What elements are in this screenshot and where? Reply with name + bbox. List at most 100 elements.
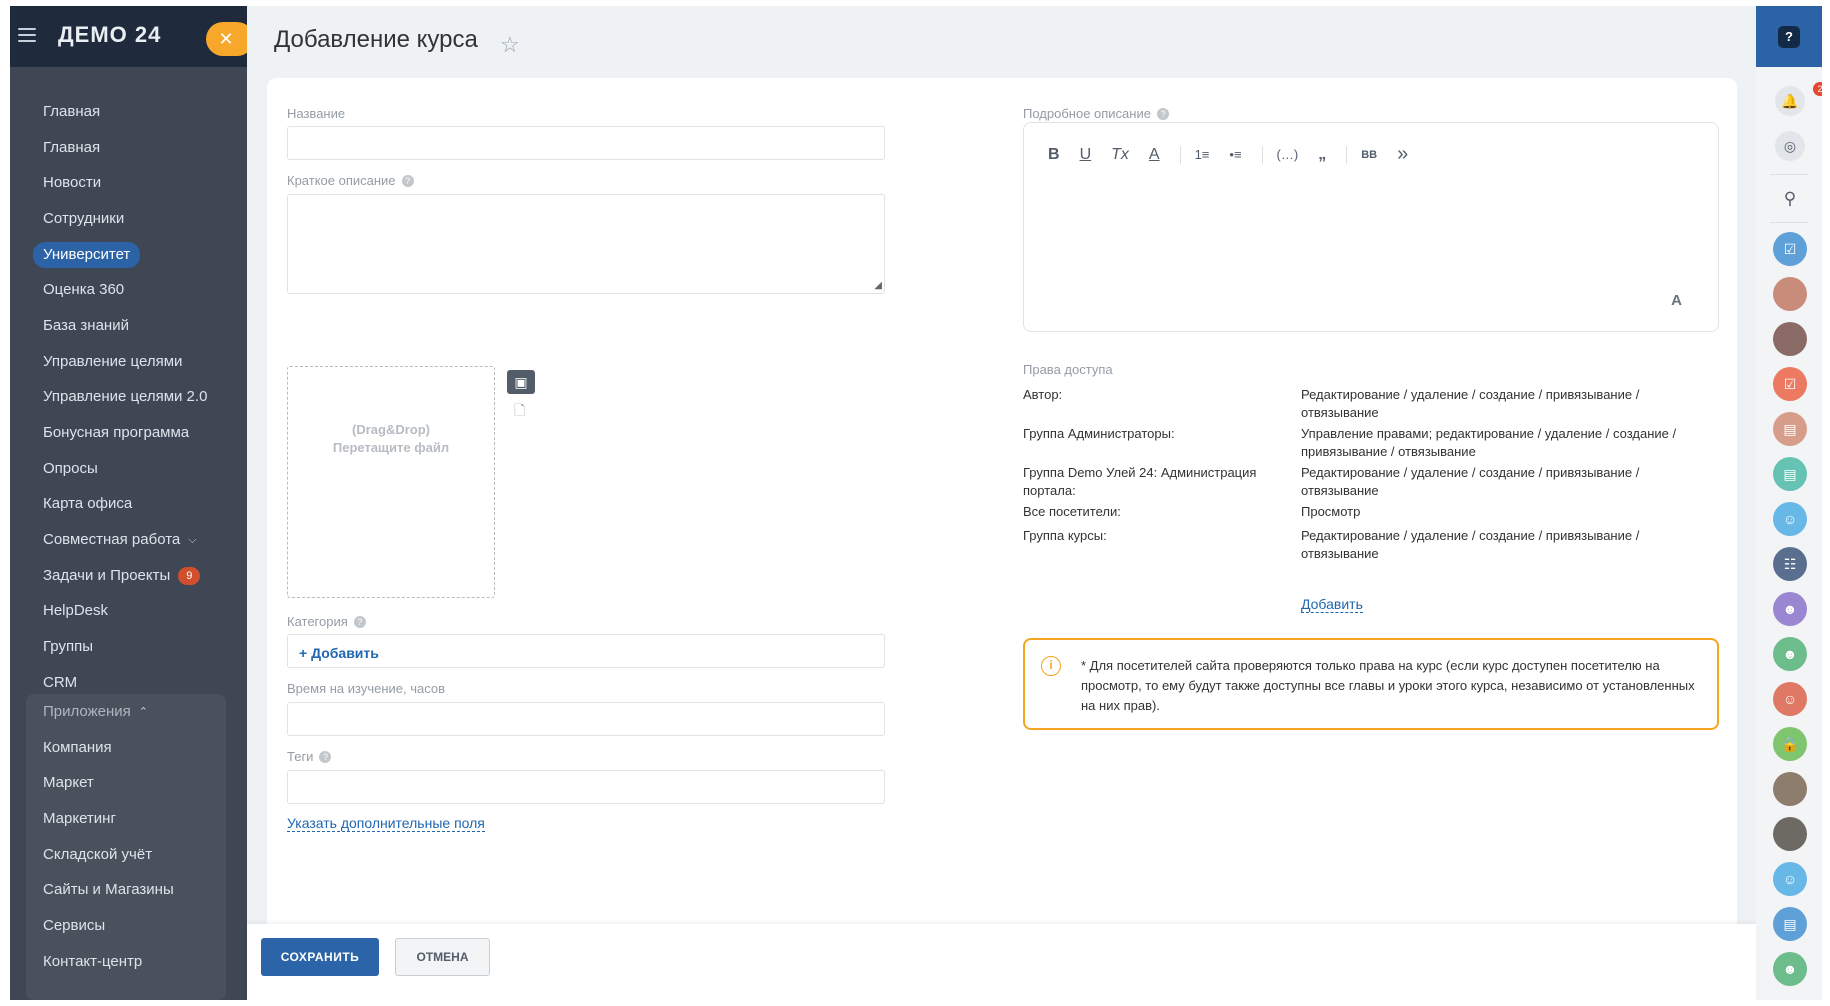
group-chat-avatar[interactable]: ☺ (1773, 862, 1807, 896)
add-category-button[interactable]: + Добавить (299, 645, 379, 661)
tasks-chat-avatar[interactable]: ☑ (1773, 232, 1807, 266)
group-chat-avatar[interactable]: ☷ (1773, 547, 1807, 581)
resize-grip-icon[interactable]: ◢ (874, 280, 882, 291)
sidebar-item-label: HelpDesk (43, 602, 109, 620)
sidebar-item[interactable]: Сотрудники (10, 201, 247, 237)
help-icon[interactable]: ? (1778, 26, 1800, 48)
sidebar-item[interactable]: Управление целями 2.0 (10, 380, 247, 416)
sidebar-item[interactable]: Главная (10, 130, 247, 166)
help-icon[interactable]: ? (1156, 108, 1169, 120)
code-icon[interactable]: (…) (1277, 147, 1299, 162)
sidebar-item-label: Сотрудники (43, 209, 125, 227)
numbered-list-icon[interactable]: 1≡ (1195, 147, 1210, 162)
sidebar-item[interactable]: Главная (10, 94, 247, 130)
sidebar-item[interactable]: HelpDesk (10, 594, 247, 630)
star-icon[interactable]: ☆ (500, 32, 520, 58)
font-color-icon[interactable]: A (1149, 146, 1160, 164)
rich-text-editor[interactable]: B U Tx A 1≡ •≡ (…) „ BB » A (1023, 122, 1719, 332)
sidebar-item[interactable]: Сервисы (26, 908, 226, 944)
lock-icon: 🔒 (1781, 735, 1799, 752)
course-form-card: Название Краткое описание? ◢ (Drag&Drop)… (267, 78, 1737, 938)
notifications-button[interactable]: 🔔 2 (1775, 82, 1822, 116)
bbcode-icon[interactable]: BB (1361, 149, 1377, 161)
sidebar-item-label: Контакт-центр (43, 952, 143, 970)
group-chat-avatar[interactable]: ☻ (1773, 637, 1807, 671)
sidebar-item[interactable]: Контакт-центр (26, 944, 226, 980)
sidebar-item-label: Университет (33, 241, 141, 268)
counter-badge: 9 (178, 566, 201, 585)
user-clock-icon: ☺ (1782, 511, 1798, 527)
sidebar-item[interactable]: Новости (10, 165, 247, 201)
info-icon: i (1041, 656, 1061, 676)
search-icon: ⚲ (1783, 189, 1797, 208)
toolbar-separator (1261, 145, 1263, 164)
more-icon[interactable]: » (1397, 143, 1408, 166)
sidebar-item[interactable]: Сайты и Магазины (26, 872, 226, 908)
sidebar-item[interactable]: Маркет (26, 765, 226, 801)
sidebar-item[interactable]: Бонусная программа (10, 415, 247, 451)
contact-card-avatar[interactable]: ▤ (1773, 457, 1807, 491)
user-avatar[interactable] (1773, 277, 1807, 311)
sidebar-item[interactable]: Складской учёт (26, 837, 226, 873)
editor-toolbar: B U Tx A 1≡ •≡ (…) „ BB » (1048, 143, 1428, 166)
bullet-list-icon[interactable]: •≡ (1229, 147, 1241, 162)
apps-group-header[interactable]: Приложения ⌃ (26, 694, 226, 730)
group-chat-avatar[interactable]: ☻ (1773, 592, 1807, 626)
sidebar-item[interactable]: Управление целями (10, 344, 247, 380)
sidebar-item-label: Маркет (43, 774, 94, 792)
quote-icon[interactable]: „ (1318, 146, 1326, 164)
card-icon: ▤ (1783, 465, 1797, 482)
short-description-label: Краткое описание? (287, 173, 414, 188)
contact-card-avatar[interactable]: ▤ (1773, 907, 1807, 941)
help-icon[interactable]: ? (401, 175, 414, 187)
sidebar-item[interactable]: Карта офиса (10, 487, 247, 523)
user-avatar[interactable] (1773, 772, 1807, 806)
group-chat-avatar[interactable]: ☺ (1773, 502, 1807, 536)
sidebar-item[interactable]: Опросы (10, 451, 247, 487)
tasks-chat-avatar[interactable]: ☑ (1773, 367, 1807, 401)
sidebar-item[interactable]: Группы (10, 629, 247, 665)
hamburger-menu-icon[interactable] (18, 28, 36, 42)
search-button[interactable]: ⚲ (1775, 184, 1805, 214)
sidebar-item[interactable]: Оценка 360 (10, 272, 247, 308)
add-access-right-link[interactable]: Добавить (1301, 596, 1363, 613)
document-icon[interactable]: 🗋 (514, 400, 525, 424)
contact-card-avatar[interactable]: ▤ (1773, 412, 1807, 446)
sidebar-item[interactable]: База знаний (10, 308, 247, 344)
image-upload-icon[interactable]: ▣ (507, 370, 535, 394)
tags-input[interactable] (287, 770, 885, 804)
clear-format-icon[interactable]: Tx (1111, 146, 1129, 164)
user-avatar[interactable]: ☺ (1773, 682, 1807, 716)
sidebar-item[interactable]: Компания (26, 730, 226, 766)
font-settings-button[interactable]: A (1671, 292, 1682, 309)
sidebar-item-active[interactable]: Университет (10, 237, 247, 273)
bold-icon[interactable]: B (1048, 146, 1060, 164)
cancel-button[interactable]: ОТМЕНА (395, 938, 490, 976)
sidebar-item[interactable]: Задачи и Проекты 9 (10, 558, 247, 594)
app-logo[interactable]: ДЕМО 24 (58, 22, 161, 48)
name-input[interactable] (287, 126, 885, 160)
underline-icon[interactable]: U (1080, 146, 1092, 164)
extra-fields-link[interactable]: Указать дополнительные поля (287, 815, 485, 832)
save-button[interactable]: СОХРАНИТЬ (261, 938, 379, 976)
chat-button[interactable]: ◎ (1775, 131, 1805, 161)
sidebar-item[interactable]: Маркетинг (26, 801, 226, 837)
short-description-textarea[interactable]: ◢ (287, 194, 885, 294)
sidebar-item[interactable]: Совместная работа ⌵ (10, 522, 247, 558)
help-icon[interactable]: ? (353, 616, 366, 628)
sidebar-item-label: Опросы (43, 459, 98, 477)
users-icon: ☻ (1782, 601, 1798, 617)
user-avatar[interactable] (1773, 322, 1807, 356)
file-dropzone[interactable]: (Drag&Drop) Перетащите файл (287, 366, 495, 598)
tags-label-text: Теги (287, 749, 314, 764)
detailed-description-label: Подробное описание? (1023, 106, 1169, 121)
sidebar-item-label: Главная (43, 102, 101, 120)
checkbox-icon: ☑ (1783, 240, 1797, 257)
study-time-input[interactable] (287, 702, 885, 736)
locked-chat-avatar[interactable]: 🔒 (1773, 727, 1807, 761)
help-icon[interactable]: ? (319, 751, 332, 763)
name-label: Название (287, 106, 346, 121)
group-chat-avatar[interactable]: ☻ (1773, 952, 1807, 986)
user-avatar[interactable] (1773, 817, 1807, 851)
category-field[interactable]: + Добавить (287, 634, 885, 668)
